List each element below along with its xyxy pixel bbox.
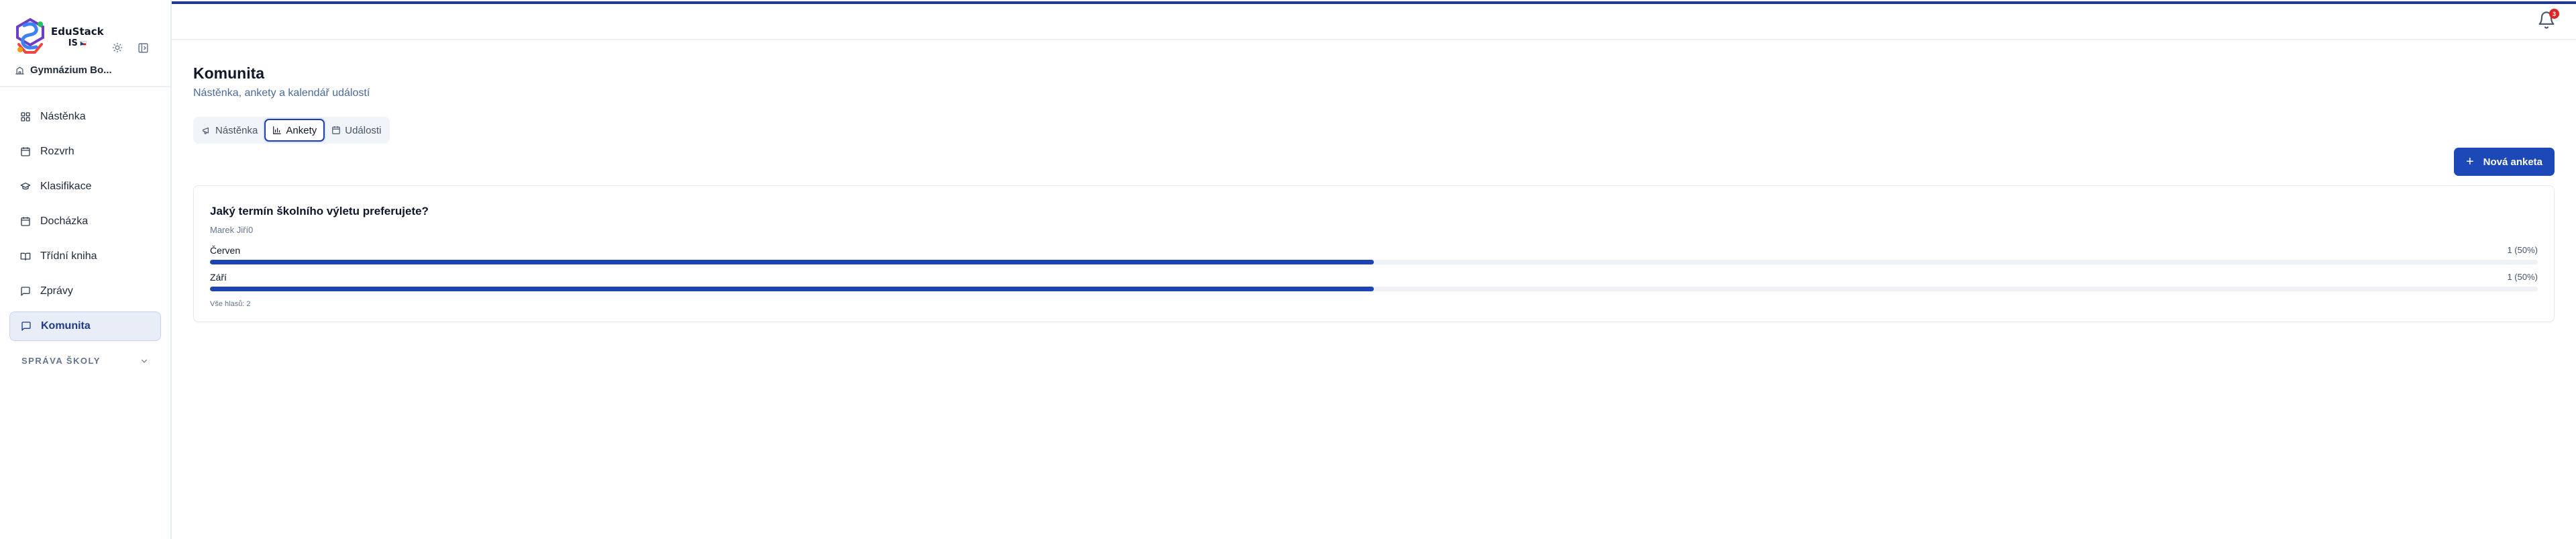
calendar-check-icon [21,217,30,226]
sidebar-nav: Nástěnka Rozvrh Klasifikace Docházka Tří… [9,102,161,346]
notification-badge: 3 [2549,9,2559,19]
tab-list: Nástěnka Ankety Události [193,117,390,144]
school-icon [15,66,24,75]
collapse-sidebar-icon[interactable] [136,40,150,55]
message-square-icon [21,322,31,331]
sidebar-item-klasifikace[interactable]: Klasifikace [9,172,161,201]
school-name: Gymnázium Bo... [30,64,112,76]
section-sprava-skoly[interactable]: SPRÁVA ŠKOLY [21,356,149,366]
message-icon [21,287,30,296]
brand[interactable]: EduStack IS [13,17,104,56]
sidebar-item-rozvrh[interactable]: Rozvrh [9,137,161,166]
sidebar-item-label: Klasifikace [40,181,92,192]
tab-ankety[interactable]: Ankety [264,119,325,142]
sidebar-item-label: Komunita [41,320,91,332]
sidebar-item-dochazka[interactable]: Docházka [9,207,161,236]
poll-option-result: 1 (50%) [2507,245,2538,255]
tab-label: Nástěnka [215,124,258,136]
sidebar-item-label: Zprávy [40,285,73,297]
new-poll-label: Nová anketa [2483,156,2542,168]
calendar-icon [21,147,30,156]
poll-option-bar [210,260,2538,264]
sidebar-item-label: Třídní kniha [40,250,97,262]
sidebar-item-label: Nástěnka [40,111,86,122]
tab-udalosti[interactable]: Události [325,119,388,142]
poll-question: Jaký termín školního výletu preferujete? [210,205,429,217]
dashboard-icon [21,112,30,121]
sidebar-item-komunita[interactable]: Komunita [9,311,161,341]
sidebar: EduStack IS Gymnázium Bo... Nástěnka Roz… [0,0,172,539]
poll-option-bar [210,287,2538,291]
graduation-cap-icon [20,183,31,190]
tab-nastenka[interactable]: Nástěnka [195,119,264,142]
poll-option-result: 1 (50%) [2507,272,2538,282]
brand-sub: IS [51,39,104,48]
page-subtitle: Nástěnka, ankety a kalendář událostí [193,87,370,99]
sidebar-item-zpravy[interactable]: Zprávy [9,277,161,306]
czech-flag-icon [79,40,87,46]
theme-toggle-sun-icon[interactable] [110,40,125,55]
poll-option[interactable]: Červen 1 (50%) [210,245,2538,264]
school-selector[interactable]: Gymnázium Bo... [15,64,112,76]
sidebar-item-label: Docházka [40,215,89,227]
calendar-icon [332,126,341,134]
tab-label: Ankety [286,124,317,136]
plus-icon: + [2465,154,2474,169]
progress-line [172,1,2576,4]
sidebar-item-nastenka[interactable]: Nástěnka [9,102,161,132]
section-label: SPRÁVA ŠKOLY [21,356,101,366]
tab-label: Události [345,124,382,136]
poll-option-label: Červen [210,245,241,256]
sidebar-item-label: Rozvrh [40,146,74,157]
megaphone-icon [203,127,209,134]
poll-option-fill [210,260,1374,264]
sidebar-item-tridni-kniha[interactable]: Třídní kniha [9,242,161,271]
edustack-logo [16,17,44,54]
brand-sub-text: IS [68,38,78,48]
book-open-icon [20,252,31,260]
poll-author: Marek Jiří0 [210,225,254,235]
top-bar: 3 [172,0,2576,40]
poll-card: Jaký termín školního výletu preferujete?… [193,185,2555,322]
poll-option[interactable]: Září 1 (50%) [210,272,2538,291]
new-poll-button[interactable]: + Nová anketa [2453,148,2555,176]
poll-option-label: Září [210,272,227,283]
poll-total-votes: Vše hlasů: 2 [210,300,251,308]
page-title: Komunita [193,64,265,82]
brand-name: EduStack [51,25,104,38]
divider [0,86,170,87]
poll-option-fill [210,287,1374,291]
chevron-down-icon [141,359,148,363]
bar-chart-icon [273,126,282,134]
